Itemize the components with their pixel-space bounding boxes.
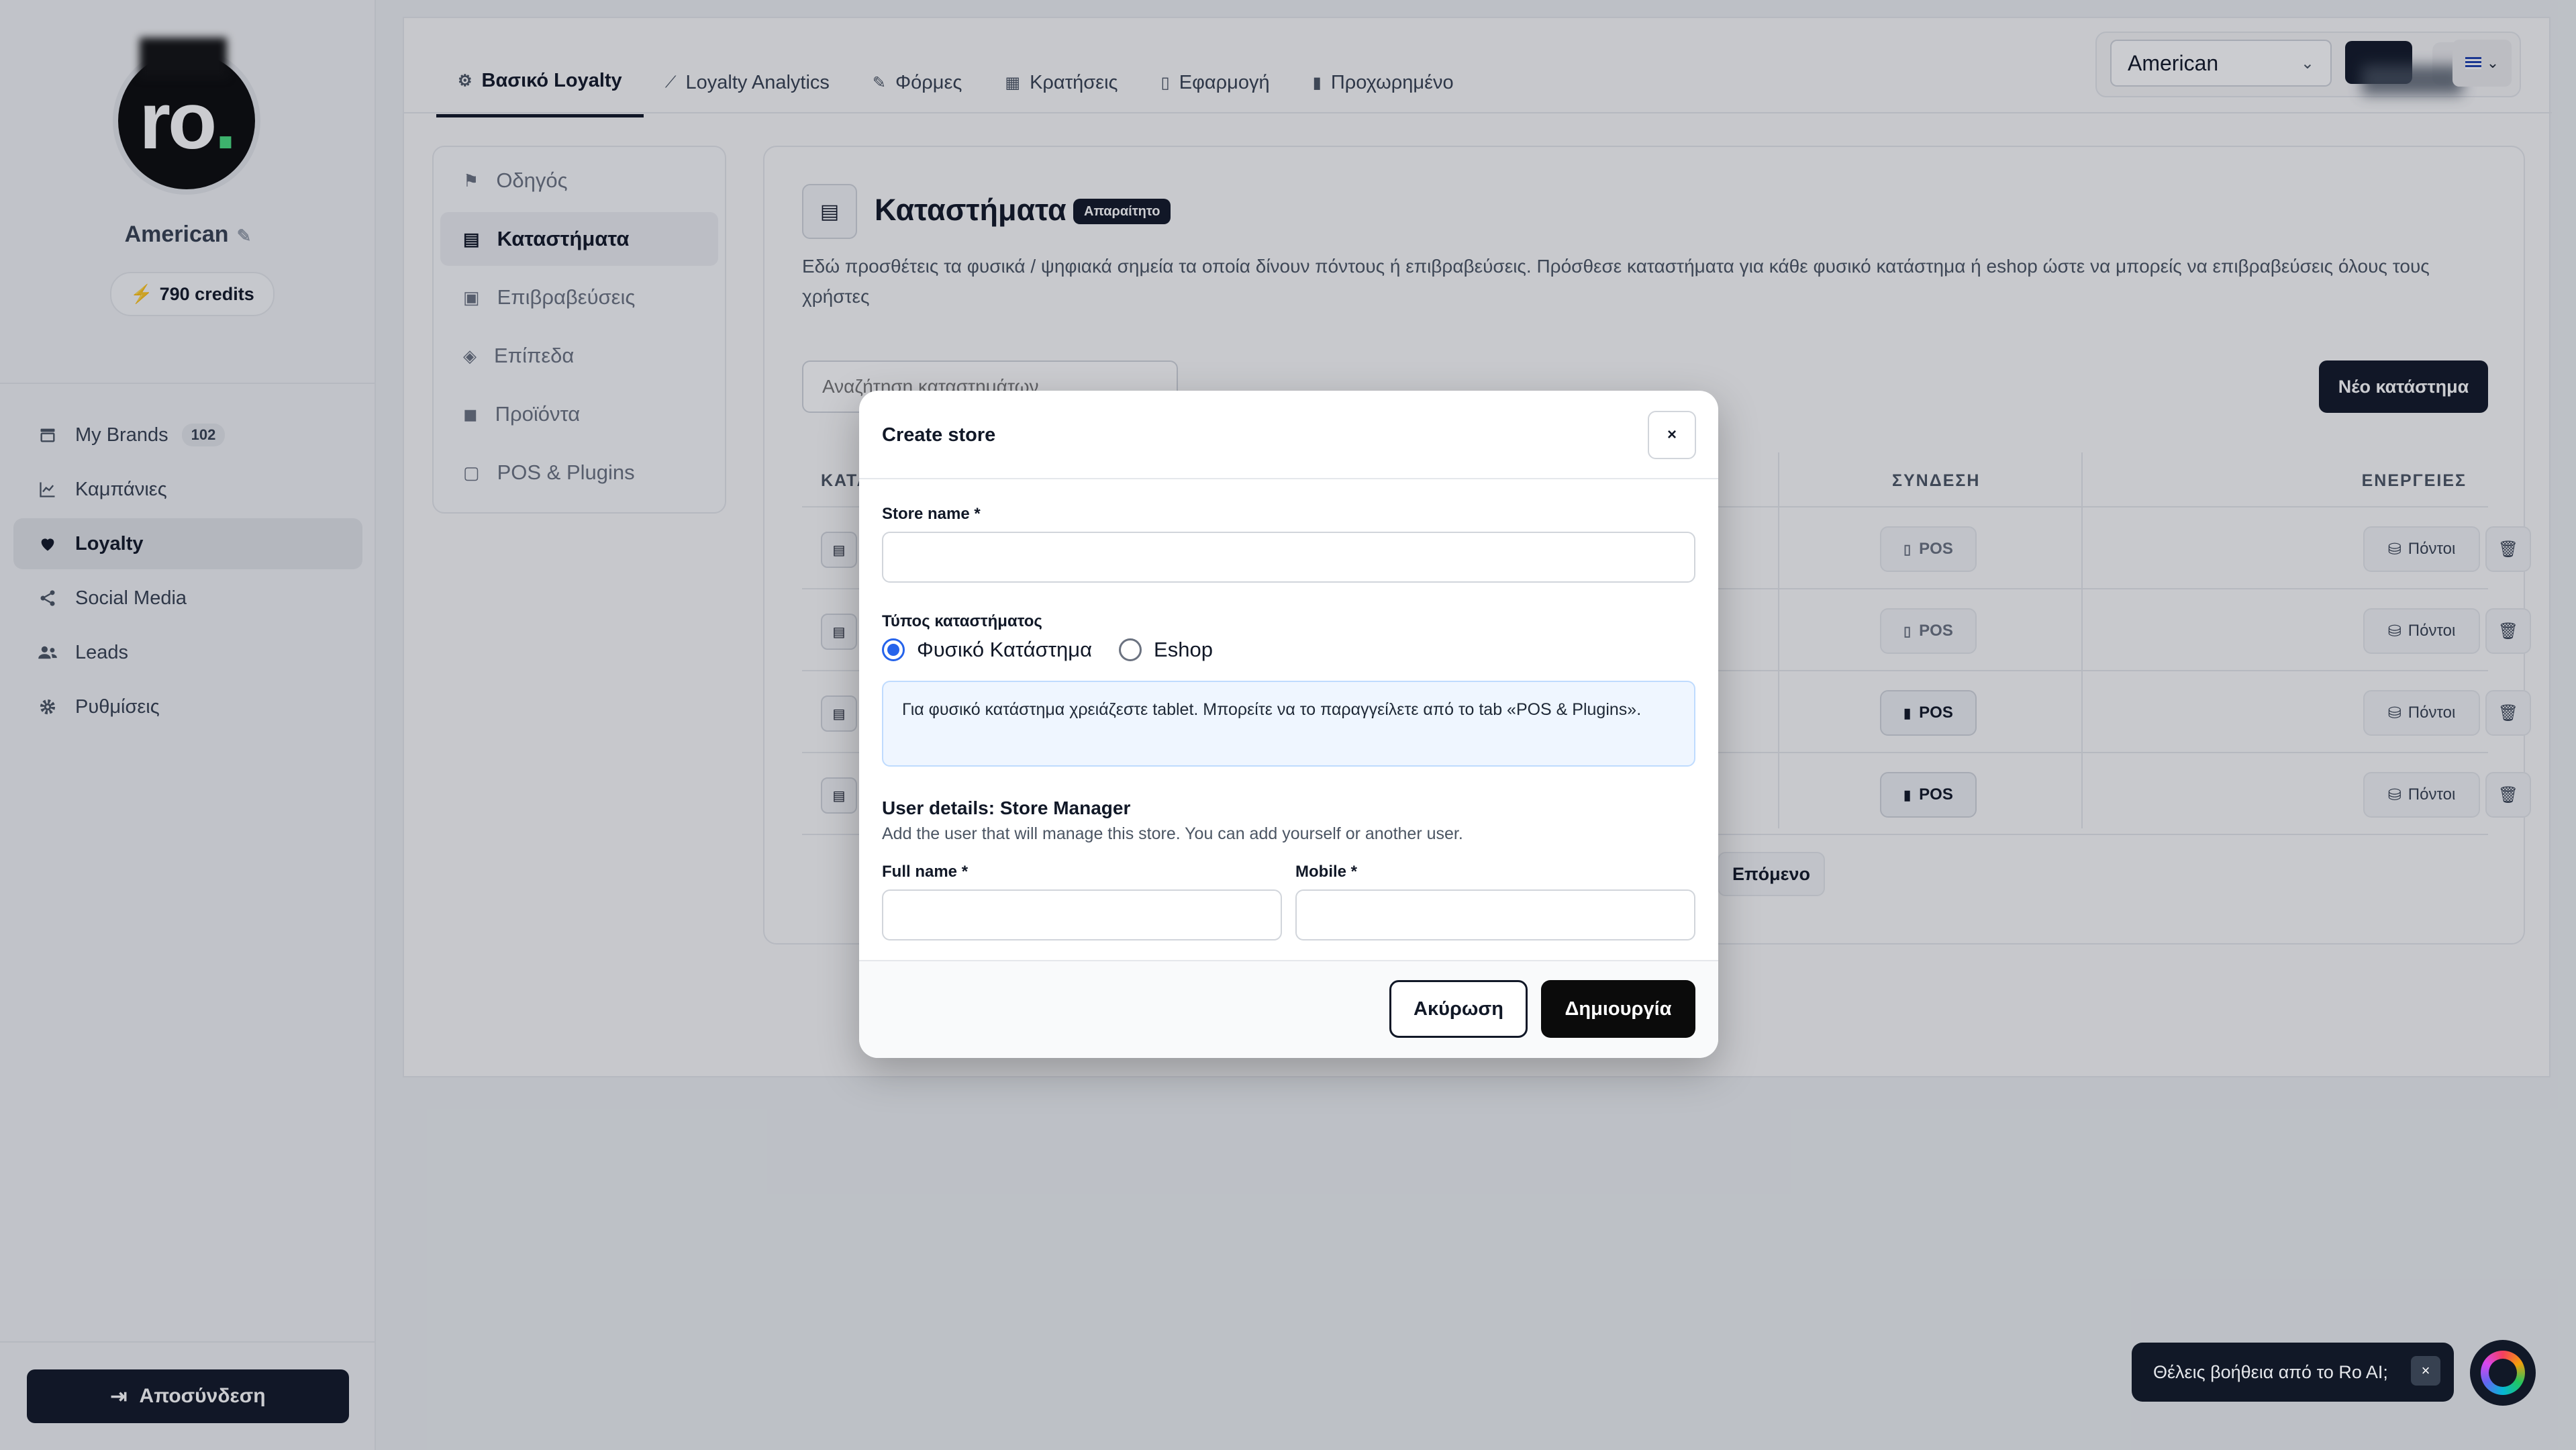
store-type-radio-group: Φυσικό Κατάστημα Eshop: [882, 638, 1240, 662]
store-name-label: Store name *: [882, 505, 981, 523]
user-details-subtitle: Add the user that will manage this store…: [882, 824, 1463, 843]
radio-label: Eshop: [1154, 638, 1213, 661]
mobile-input[interactable]: [1295, 889, 1695, 940]
ai-help-text: Θέλεις βοήθεια από το Ro AI;: [2153, 1361, 2388, 1382]
cancel-button[interactable]: Ακύρωση: [1389, 980, 1528, 1038]
radio-button[interactable]: [1119, 638, 1142, 661]
radio-label: Φυσικό Κατάστημα: [917, 638, 1093, 661]
radio-physical-store[interactable]: Φυσικό Κατάστημα: [882, 638, 1092, 662]
radio-eshop[interactable]: Eshop: [1119, 638, 1213, 662]
ai-orb-icon: [2481, 1351, 2525, 1395]
ai-bubble-close-button[interactable]: ×: [2411, 1356, 2440, 1386]
ai-help-bubble[interactable]: Θέλεις βοήθεια από το Ro AI;: [2132, 1343, 2454, 1402]
modal-footer: Ακύρωση Δημιουργία: [859, 960, 1718, 1058]
full-name-label: Full name *: [882, 863, 969, 881]
store-name-input[interactable]: [882, 532, 1695, 583]
modal-title: Create store: [882, 424, 996, 446]
radio-button-checked[interactable]: [882, 638, 905, 661]
tablet-info-box: Για φυσικό κατάστημα χρειάζεστε tablet. …: [882, 681, 1695, 767]
mobile-label: Mobile *: [1295, 863, 1358, 881]
close-button[interactable]: ×: [1648, 411, 1696, 459]
create-button[interactable]: Δημιουργία: [1541, 980, 1695, 1038]
store-type-label: Τύπος καταστήματος: [882, 612, 1042, 630]
user-details-title: User details: Store Manager: [882, 798, 1131, 818]
full-name-input[interactable]: [882, 889, 1282, 940]
ai-assistant-button[interactable]: [2470, 1340, 2536, 1406]
create-store-modal: Create store × Store name * Τύπος καταστ…: [859, 391, 1718, 1058]
modal-header: Create store ×: [859, 391, 1718, 479]
